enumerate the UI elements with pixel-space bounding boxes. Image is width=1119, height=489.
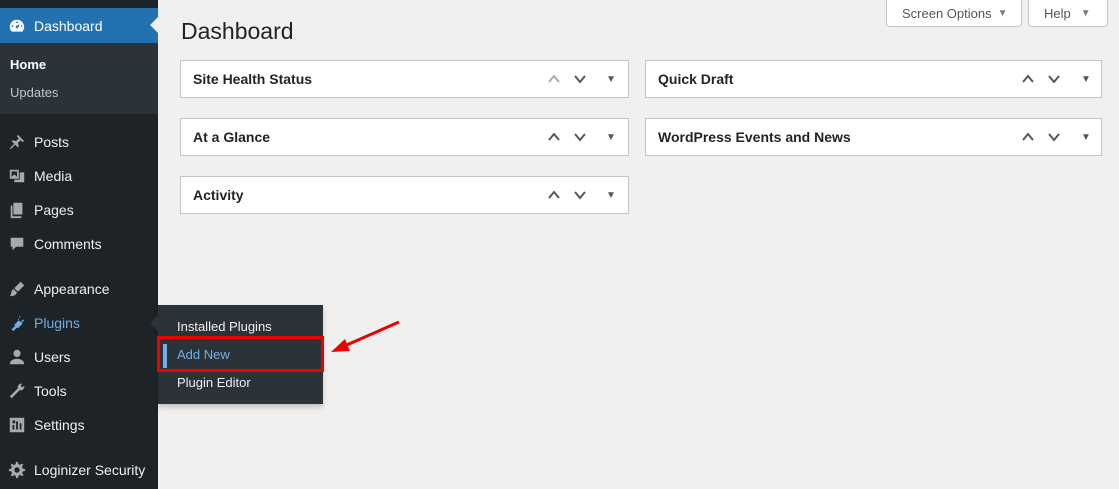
move-down-icon[interactable] [571,186,589,204]
sidebar-item-media[interactable]: Media [0,159,158,193]
sidebar-item-loginizer-security[interactable]: Loginizer Security [0,453,158,487]
sidebar-item-pages[interactable]: Pages [0,193,158,227]
comment-icon [7,234,27,254]
submenu-item-updates[interactable]: Updates [10,85,58,100]
sidebar-item-label: Pages [34,202,74,218]
widget-activity: Activity ▼ [180,176,629,214]
media-icon [7,166,27,186]
submenu-item-home[interactable]: Home [10,57,46,72]
toggle-panel-icon[interactable]: ▼ [602,128,620,146]
sidebar-item-label: Loginizer Security [34,462,146,478]
widget-at-a-glance: At a Glance ▼ [180,118,629,156]
widget-title[interactable]: Site Health Status [193,71,312,87]
widget-title[interactable]: At a Glance [193,129,270,145]
move-up-icon[interactable] [545,70,563,88]
gear-icon [7,460,27,480]
move-up-icon[interactable] [1019,128,1037,146]
move-up-icon[interactable] [545,186,563,204]
sidebar-item-label: Users [34,349,71,365]
widget-wordpress-events-and-news: WordPress Events and News ▼ [645,118,1102,156]
move-down-icon[interactable] [1045,70,1063,88]
toggle-panel-icon[interactable]: ▼ [602,186,620,204]
brush-icon [7,279,27,299]
plugin-icon [7,313,27,333]
sidebar-item-label: Plugins [34,315,80,331]
settings-icon [7,415,27,435]
help-button[interactable]: Help ▼ [1028,0,1108,27]
screen-options-button[interactable]: Screen Options ▼ [886,0,1022,27]
toggle-panel-icon[interactable]: ▼ [1077,70,1095,88]
move-down-icon[interactable] [571,70,589,88]
current-menu-arrow [150,17,158,33]
flyout-notch [150,315,158,331]
admin-sidebar: Dashboard Home Updates Posts Media Pages… [0,0,158,489]
wrench-icon [7,381,27,401]
sidebar-item-label: Posts [34,134,70,150]
sidebar-item-label: Media [34,168,73,184]
toggle-panel-icon[interactable]: ▼ [1077,128,1095,146]
sidebar-item-appearance[interactable]: Appearance [0,272,158,306]
sidebar-item-label: Tools [34,383,67,399]
flyout-item-plugin-editor[interactable]: Plugin Editor [177,375,251,390]
user-icon [7,347,27,367]
widget-title[interactable]: Quick Draft [658,71,733,87]
flyout-item-installed-plugins[interactable]: Installed Plugins [177,319,272,334]
pages-icon [7,200,27,220]
plugins-flyout-menu: Installed Plugins Add New Plugin Editor [150,305,323,404]
sidebar-item-label: Comments [34,236,102,252]
move-up-icon[interactable] [1019,70,1037,88]
annotation-arrow-icon [331,320,400,352]
sidebar-item-label: Dashboard [34,17,103,34]
flyout-item-add-new[interactable]: Add New [177,347,230,362]
move-down-icon[interactable] [1045,128,1063,146]
toggle-panel-icon[interactable]: ▼ [602,70,620,88]
sidebar-item-users[interactable]: Users [0,340,158,374]
sidebar-item-plugins[interactable]: Plugins [0,306,158,340]
move-up-icon[interactable] [545,128,563,146]
sidebar-item-comments[interactable]: Comments [0,227,158,261]
caret-down-icon: ▼ [997,7,1008,19]
page-title: Dashboard [181,18,294,44]
help-label: Help [1044,5,1071,21]
widget-title[interactable]: Activity [193,187,244,203]
widget-title[interactable]: WordPress Events and News [658,129,851,145]
sidebar-item-label: Appearance [34,281,110,297]
caret-down-icon: ▼ [1080,7,1091,19]
sidebar-item-tools[interactable]: Tools [0,374,158,408]
sidebar-item-dashboard[interactable]: Dashboard [0,8,158,43]
sidebar-item-label: Settings [34,417,85,433]
dashboard-icon [7,16,27,36]
move-down-icon[interactable] [571,128,589,146]
pin-icon [7,132,27,152]
screen-options-label: Screen Options [902,5,992,21]
widget-site-health-status: Site Health Status ▼ [180,60,629,98]
widget-quick-draft: Quick Draft ▼ [645,60,1102,98]
sidebar-item-settings[interactable]: Settings [0,408,158,442]
active-indicator-bar [163,344,167,368]
sidebar-item-posts[interactable]: Posts [0,125,158,159]
dashboard-submenu: Home Updates [0,43,158,114]
